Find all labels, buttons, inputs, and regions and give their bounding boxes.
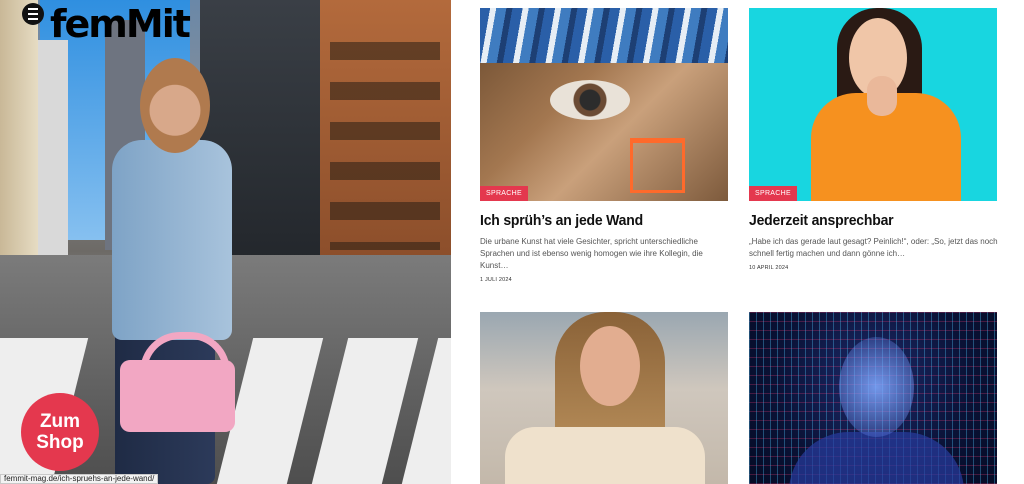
article-excerpt: „Habe ich das gerade laut gesagt? Peinli…	[749, 237, 998, 258]
category-tag[interactable]: SPRACHE	[480, 186, 528, 201]
article-card[interactable]: SPRACHE Ich sprüh’s an jede Wand Die urb…	[480, 8, 740, 298]
article-image-code-projection[interactable]	[749, 312, 997, 484]
portrait-top	[505, 427, 705, 484]
article-title[interactable]: Ich sprüh’s an jede Wand	[480, 211, 643, 228]
article-title[interactable]: Jederzeit ansprechbar	[749, 211, 894, 228]
hero-building	[0, 0, 38, 260]
article-excerpt: Die urbane Kunst hat viele Gesichter, sp…	[480, 237, 703, 270]
code-face	[839, 337, 914, 437]
portrait-hand	[867, 76, 897, 116]
article-image-portrait[interactable]	[480, 312, 728, 484]
portrait-head	[580, 326, 640, 406]
article-image-mural[interactable]	[480, 8, 728, 201]
hero-building-windows	[330, 20, 440, 250]
browser-status-url: femmit-mag.de/ich-spruehs-an-jede-wand/	[0, 474, 159, 484]
hero-model-head	[140, 58, 210, 153]
hero-pink-bag	[120, 360, 235, 432]
hero-building	[38, 40, 68, 260]
article-card[interactable]	[749, 312, 1009, 484]
article-card[interactable]: SPRACHE Jederzeit ansprechbar „Habe ich …	[749, 8, 1009, 298]
hamburger-menu-icon[interactable]	[22, 3, 44, 25]
category-tag[interactable]: SPRACHE	[749, 186, 797, 201]
zum-shop-button[interactable]: Zum Shop	[21, 393, 99, 471]
mural-hair	[480, 8, 728, 63]
article-card[interactable]	[480, 312, 740, 484]
hero-model-jacket	[112, 140, 232, 340]
mural-eye	[550, 80, 630, 120]
site-logo[interactable]: femMit	[50, 2, 191, 46]
article-date: 1 JULI 2024	[480, 277, 512, 283]
article-date: 10 APRIL 2024	[749, 265, 789, 271]
article-image-thinking-woman[interactable]	[749, 8, 997, 201]
mural-lift	[630, 138, 685, 193]
